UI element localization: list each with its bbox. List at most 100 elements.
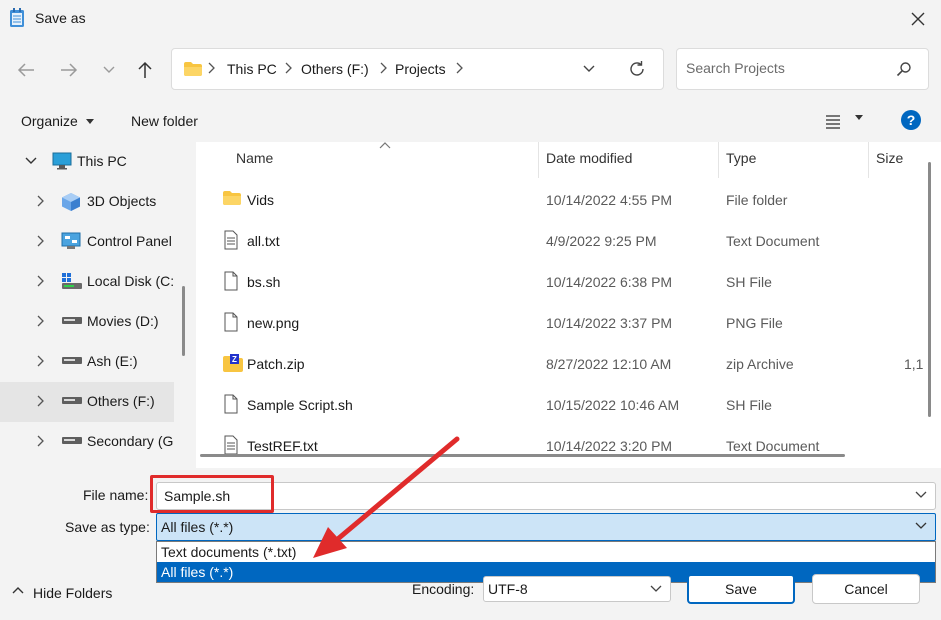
folder-icon bbox=[184, 62, 202, 76]
hide-folders-button[interactable]: Hide Folders bbox=[0, 582, 140, 604]
file-name: new.png bbox=[247, 315, 300, 331]
monitor-icon bbox=[52, 152, 72, 170]
list-view-icon[interactable] bbox=[825, 113, 841, 129]
file-row[interactable]: Vids 10/14/2022 4:55 PM File folder bbox=[196, 179, 941, 220]
tree-label: Ash (E:) bbox=[87, 353, 138, 369]
tree-label: Control Panel bbox=[87, 233, 172, 249]
address-bar[interactable]: This PC Others (F:) Projects bbox=[171, 48, 664, 90]
search-icon[interactable] bbox=[896, 61, 912, 77]
column-divider[interactable] bbox=[538, 142, 539, 178]
file-icon bbox=[224, 312, 238, 332]
file-row[interactable]: Z Patch.zip 8/27/2022 12:10 AM zip Archi… bbox=[196, 343, 941, 384]
search-input[interactable] bbox=[686, 60, 886, 76]
file-type: File folder bbox=[726, 192, 788, 208]
up-button[interactable] bbox=[130, 55, 160, 85]
chevron-down-icon[interactable] bbox=[25, 157, 37, 165]
column-header-date[interactable]: Date modified bbox=[546, 150, 632, 166]
encoding-label: Encoding: bbox=[412, 581, 475, 597]
chevron-down-icon[interactable] bbox=[650, 585, 662, 593]
breadcrumb-this-pc[interactable]: This PC bbox=[227, 61, 277, 77]
new-folder-button[interactable]: New folder bbox=[131, 113, 198, 129]
drive-icon bbox=[62, 317, 82, 324]
file-row[interactable]: bs.sh 10/14/2022 6:38 PM SH File bbox=[196, 261, 941, 302]
window-title: Save as bbox=[35, 10, 86, 26]
save-type-select[interactable]: All files (*.*) bbox=[156, 513, 936, 541]
file-row[interactable]: all.txt 4/9/2022 9:25 PM Text Document bbox=[196, 220, 941, 261]
file-name: Vids bbox=[247, 192, 274, 208]
column-header-size[interactable]: Size bbox=[876, 150, 903, 166]
file-size: 1,1 bbox=[904, 356, 924, 372]
chevron-right-icon[interactable] bbox=[37, 315, 45, 327]
vertical-scrollbar[interactable] bbox=[928, 162, 931, 417]
arrow-left-icon bbox=[17, 63, 34, 77]
file-name-label: File name: bbox=[83, 487, 149, 503]
option-text-documents[interactable]: Text documents (*.txt) bbox=[157, 542, 935, 562]
help-button[interactable]: ? bbox=[901, 110, 921, 130]
arrow-up-icon bbox=[138, 61, 152, 78]
column-divider[interactable] bbox=[868, 142, 869, 178]
recent-locations-button[interactable] bbox=[94, 55, 124, 85]
file-row[interactable]: TestREF.txt 10/14/2022 3:20 PM Text Docu… bbox=[196, 425, 941, 466]
cube-icon bbox=[62, 193, 80, 211]
column-header-name[interactable]: Name bbox=[236, 150, 273, 166]
chevron-down-icon[interactable] bbox=[582, 62, 596, 76]
file-name: bs.sh bbox=[247, 274, 281, 290]
save-button[interactable]: Save bbox=[687, 574, 795, 604]
command-bar: Organize New folder ? bbox=[0, 100, 941, 142]
organize-button[interactable]: Organize bbox=[21, 113, 94, 129]
forward-button[interactable] bbox=[54, 55, 84, 85]
column-divider[interactable] bbox=[718, 142, 719, 178]
tree-item-local-disk[interactable]: Local Disk (C:) bbox=[0, 262, 174, 302]
file-name: Patch.zip bbox=[247, 356, 305, 372]
chevron-right-icon[interactable] bbox=[37, 435, 45, 447]
chevron-right-icon[interactable] bbox=[37, 355, 45, 367]
tree-item-others-drive[interactable]: Others (F:) bbox=[0, 382, 174, 422]
file-type: SH File bbox=[726, 397, 772, 413]
file-date: 8/27/2022 12:10 AM bbox=[546, 356, 672, 372]
close-icon bbox=[911, 12, 925, 26]
save-type-value: All files (*.*) bbox=[161, 519, 234, 535]
chevron-right-icon bbox=[285, 62, 292, 74]
tree-item-control-panel[interactable]: Control Panel bbox=[0, 222, 174, 262]
chevron-down-icon[interactable] bbox=[915, 491, 927, 499]
file-row[interactable]: Sample Script.sh 10/15/2022 10:46 AM SH … bbox=[196, 384, 941, 425]
chevron-right-icon bbox=[456, 62, 463, 74]
breadcrumb-others-drive[interactable]: Others (F:) bbox=[301, 61, 369, 77]
tree-item-secondary-drive[interactable]: Secondary (G:) bbox=[0, 422, 174, 462]
caret-down-icon[interactable] bbox=[855, 115, 863, 121]
cancel-button[interactable]: Cancel bbox=[812, 574, 920, 604]
chevron-down-icon[interactable] bbox=[915, 522, 927, 530]
breadcrumb-projects[interactable]: Projects bbox=[395, 61, 446, 77]
organize-label: Organize bbox=[21, 113, 78, 129]
search-box[interactable] bbox=[676, 48, 929, 90]
chevron-right-icon[interactable] bbox=[37, 235, 45, 247]
refresh-icon[interactable] bbox=[628, 60, 646, 78]
chevron-right-icon[interactable] bbox=[37, 195, 45, 207]
svg-text:Z: Z bbox=[232, 355, 237, 364]
file-type: PNG File bbox=[726, 315, 783, 331]
file-name: Sample Script.sh bbox=[247, 397, 353, 413]
column-header-type[interactable]: Type bbox=[726, 150, 756, 166]
navigation-scrollbar[interactable] bbox=[182, 286, 185, 356]
tree-item-ash-drive[interactable]: Ash (E:) bbox=[0, 342, 174, 382]
file-date: 10/14/2022 6:38 PM bbox=[546, 274, 673, 290]
horizontal-scrollbar[interactable] bbox=[200, 454, 845, 457]
back-button[interactable] bbox=[11, 55, 41, 85]
chevron-right-icon[interactable] bbox=[37, 395, 45, 407]
tree-item-this-pc[interactable]: This PC bbox=[0, 142, 174, 182]
encoding-value: UTF-8 bbox=[488, 581, 528, 597]
tree-label: Movies (D:) bbox=[87, 313, 159, 329]
hide-folders-label: Hide Folders bbox=[33, 585, 113, 601]
chevron-right-icon[interactable] bbox=[37, 275, 45, 287]
file-icon bbox=[224, 271, 238, 291]
notepad-icon bbox=[10, 8, 24, 27]
close-button[interactable] bbox=[895, 0, 941, 38]
encoding-select[interactable]: UTF-8 bbox=[483, 576, 671, 602]
tree-item-movies-drive[interactable]: Movies (D:) bbox=[0, 302, 174, 342]
file-date: 10/15/2022 10:46 AM bbox=[546, 397, 680, 413]
chevron-up-icon bbox=[12, 587, 24, 594]
text-file-icon bbox=[224, 230, 238, 250]
file-type: zip Archive bbox=[726, 356, 794, 372]
tree-item-3d-objects[interactable]: 3D Objects bbox=[0, 182, 174, 222]
file-row[interactable]: new.png 10/14/2022 3:37 PM PNG File bbox=[196, 302, 941, 343]
